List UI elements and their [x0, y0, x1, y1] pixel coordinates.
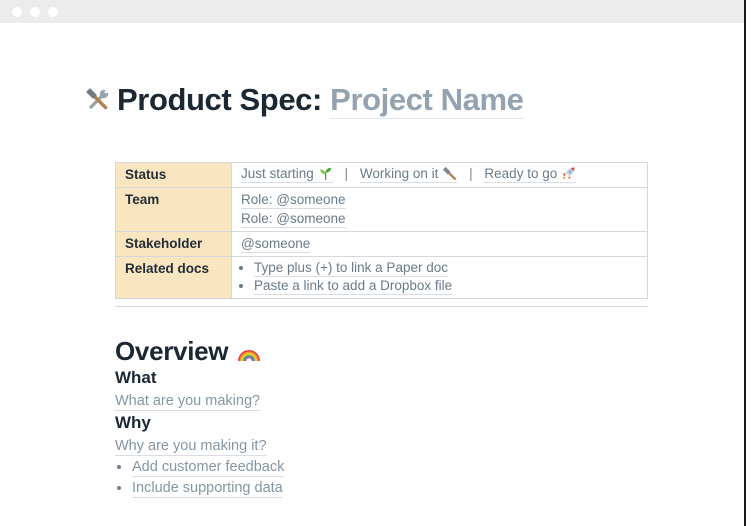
why-bullet-list: Add customer feedback Include supporting…: [115, 457, 744, 499]
table-row-status: Status Just starting | Working on it | R…: [116, 163, 648, 188]
team-line: Role: @someone: [241, 209, 638, 228]
team-line: Role: @someone: [241, 190, 638, 209]
window-dot[interactable]: [30, 7, 40, 17]
table-row-related-docs: Related docs Type plus (+) to link a Pap…: [116, 257, 648, 299]
status-option-ready-to-go[interactable]: Ready to go: [484, 166, 576, 183]
info-table: Status Just starting | Working on it | R…: [115, 162, 648, 299]
window-dot[interactable]: [48, 7, 58, 17]
rainbow-icon: [237, 345, 261, 362]
why-bullet[interactable]: Add customer feedback: [132, 459, 284, 477]
separator: |: [469, 166, 473, 181]
window-dot[interactable]: [12, 7, 22, 17]
list-item: Type plus (+) to link a Paper doc: [254, 259, 638, 277]
list-item: Paste a link to add a Dropbox file: [254, 277, 638, 295]
paper-document: Product Spec: Project Name Status Just s…: [0, 81, 744, 499]
related-doc-hint[interactable]: Paste a link to add a Dropbox file: [254, 278, 452, 295]
list-item: Add customer feedback: [132, 457, 744, 478]
doc-title[interactable]: Product Spec: Project Name: [85, 81, 744, 119]
stakeholder-row-label: Stakeholder: [116, 232, 232, 257]
subheading-why: Why: [115, 412, 744, 434]
hammer-wrench-icon: [85, 82, 117, 117]
doc-title-placeholder[interactable]: Project Name: [330, 82, 523, 119]
mention-someone[interactable]: Role: @someone: [241, 192, 346, 209]
horizontal-divider: [115, 306, 648, 307]
related-doc-hint[interactable]: Type plus (+) to link a Paper doc: [254, 260, 448, 277]
seedling-icon: [318, 166, 333, 181]
status-option-just-starting[interactable]: Just starting: [241, 166, 333, 183]
mention-someone[interactable]: Role: @someone: [241, 211, 346, 228]
window-titlebar: [0, 0, 744, 23]
stakeholder-row-value: @someone: [232, 232, 648, 257]
placeholder-why[interactable]: Why are you making it?: [115, 438, 267, 456]
related-docs-row-label: Related docs: [116, 257, 232, 299]
team-row-value: Role: @someone Role: @someone: [232, 188, 648, 232]
overview-heading-text: Overview: [115, 336, 228, 366]
team-row-label: Team: [116, 188, 232, 232]
window-right-edge: [744, 0, 746, 526]
separator: |: [345, 166, 349, 181]
doc-title-text: Product Spec:: [117, 82, 322, 117]
placeholder-what[interactable]: What are you making?: [115, 393, 260, 411]
app-window: Product Spec: Project Name Status Just s…: [0, 0, 751, 499]
mention-someone[interactable]: @someone: [241, 236, 310, 253]
related-docs-row-value: Type plus (+) to link a Paper doc Paste …: [232, 257, 648, 299]
section-heading-overview: Overview: [115, 335, 744, 367]
rocket-icon: [561, 166, 576, 181]
hammer-icon: [442, 166, 457, 181]
status-option-working-on-it[interactable]: Working on it: [360, 166, 458, 183]
status-row-value: Just starting | Working on it | Ready to…: [232, 163, 648, 188]
table-row-team: Team Role: @someone Role: @someone: [116, 188, 648, 232]
table-row-stakeholder: Stakeholder @someone: [116, 232, 648, 257]
status-row-label: Status: [116, 163, 232, 188]
why-bullet[interactable]: Include supporting data: [132, 480, 283, 498]
subheading-what: What: [115, 367, 744, 389]
list-item: Include supporting data: [132, 478, 744, 499]
